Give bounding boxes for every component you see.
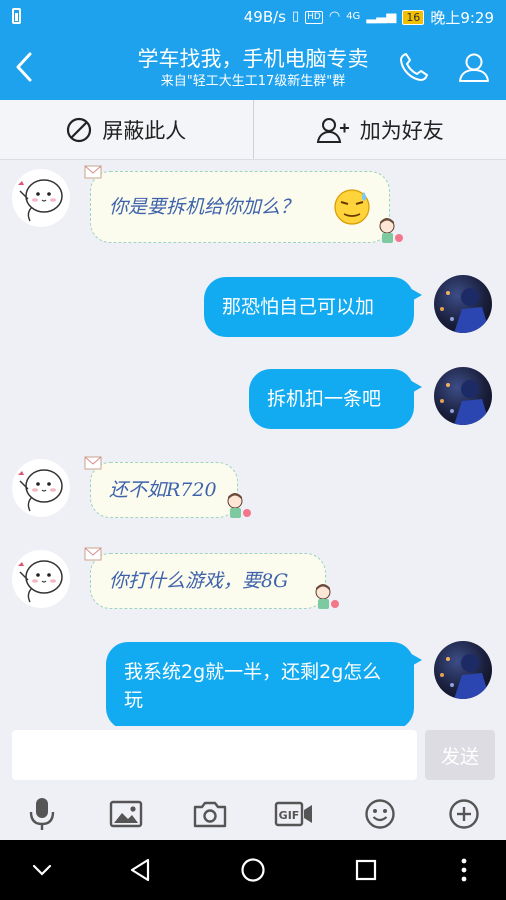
emoji-icon <box>365 799 395 829</box>
add-friend-icon <box>316 117 349 143</box>
message-bubble-outgoing[interactable]: 我系统2g就一半，还剩2g怎么玩 <box>106 642 422 726</box>
nav-home-button[interactable] <box>233 852 273 888</box>
microphone-icon <box>29 798 55 830</box>
status-bar: 49B/s ▯ HD ◠ 4G ▂▃▅ 16 晚上9:29 <box>0 0 506 34</box>
message-text: 你打什么游戏，要8G <box>109 570 289 592</box>
battery-icon: 16 <box>402 9 425 25</box>
gif-button[interactable]: GIF <box>272 794 316 834</box>
emoji-button[interactable] <box>358 794 402 834</box>
block-icon <box>67 117 92 142</box>
message-bubble-incoming[interactable]: 还不如R720 <box>84 456 251 518</box>
sticker-girl-icon <box>227 493 251 518</box>
profile-photo-icon <box>440 380 490 425</box>
more-vertical-icon <box>461 858 467 882</box>
triangle-back-icon <box>130 858 150 882</box>
status-right: 49B/s ▯ HD ◠ 4G ▂▃▅ 16 晚上9:29 <box>243 8 494 27</box>
wifi-icon: ◠ <box>328 9 341 24</box>
message-text: 你是要拆机给你加么？ <box>109 196 300 218</box>
camera-icon <box>193 801 227 828</box>
self-avatar[interactable] <box>434 367 492 425</box>
vibrate-icon: ▯ <box>291 9 300 24</box>
message-bubble-outgoing[interactable]: 拆机扣一条吧 <box>249 369 422 429</box>
sticker-girl-icon <box>379 218 403 243</box>
signal-icon: ▂▃▅ <box>366 9 397 24</box>
circle-home-icon <box>241 858 265 882</box>
profile-photo-icon <box>440 654 490 699</box>
message-input-bar: 发送 <box>0 726 506 788</box>
plus-icon <box>449 799 479 829</box>
message-text: 我系统2g就一半，还剩2g怎么玩 <box>124 661 382 711</box>
chat-header: 学车找我，手机电脑专卖 来自"轻工大生工17级新生群"群 <box>0 34 506 100</box>
nav-menu-button[interactable] <box>444 852 484 888</box>
more-button[interactable] <box>442 794 486 834</box>
image-button[interactable] <box>104 794 148 834</box>
self-avatar[interactable] <box>434 275 492 333</box>
sticker-girl-icon <box>315 584 339 609</box>
network-label: 4G <box>346 11 361 22</box>
cartoon-avatar-icon <box>18 560 63 603</box>
profile-photo-icon <box>440 288 490 333</box>
self-avatar[interactable] <box>434 641 492 699</box>
cartoon-avatar-icon <box>18 469 63 512</box>
send-button[interactable]: 发送 <box>425 730 495 780</box>
bubble-tail <box>408 652 422 668</box>
message-bubble-incoming[interactable]: 你是要拆机给你加么？ <box>84 165 403 243</box>
message-text: 那恐怕自己可以加 <box>222 296 375 318</box>
envelope-icon <box>84 547 102 561</box>
image-icon <box>109 800 143 828</box>
nav-back-button[interactable] <box>120 852 160 888</box>
envelope-icon <box>84 165 102 179</box>
hide-keyboard-button[interactable] <box>22 852 62 888</box>
message-input[interactable] <box>12 730 417 780</box>
envelope-icon <box>84 456 102 470</box>
cartoon-avatar-icon <box>18 179 63 222</box>
user-profile-icon[interactable] <box>456 50 492 84</box>
sweat-smile-emoji-icon <box>334 189 370 225</box>
chat-title: 学车找我，手机电脑专卖 <box>137 47 369 71</box>
block-user-button[interactable]: 屏蔽此人 <box>0 100 254 159</box>
square-recents-icon <box>355 859 377 881</box>
block-user-label: 屏蔽此人 <box>102 118 187 143</box>
input-toolbar: GIF <box>0 788 506 840</box>
chat-messages: 你是要拆机给你加么？ 那恐怕自己可以加 拆机扣一条吧 还不如R720 你打什么游… <box>0 161 506 726</box>
nav-recents-button[interactable] <box>346 852 386 888</box>
message-bubble-incoming[interactable]: 你打什么游戏，要8G <box>84 547 339 609</box>
voice-button[interactable] <box>20 794 64 834</box>
clock: 晚上9:29 <box>430 8 494 27</box>
alert-icon <box>12 8 21 24</box>
stranger-action-bar: 屏蔽此人 加为好友 <box>0 100 506 160</box>
gif-icon: GIF <box>274 801 312 827</box>
add-friend-label: 加为好友 <box>359 118 444 143</box>
sender-avatar[interactable] <box>12 169 70 227</box>
hd-icon: HD <box>305 10 323 24</box>
svg-text:GIF: GIF <box>279 809 300 822</box>
network-speed: 49B/s <box>243 8 286 26</box>
chevron-down-icon <box>32 864 52 876</box>
bubble-tail <box>408 379 422 395</box>
add-friend-button[interactable]: 加为好友 <box>254 100 506 159</box>
camera-button[interactable] <box>188 794 232 834</box>
message-text: 还不如R720 <box>109 479 217 501</box>
message-text: 拆机扣一条吧 <box>267 388 382 410</box>
sender-avatar[interactable] <box>12 459 70 517</box>
back-icon[interactable] <box>10 50 40 84</box>
message-bubble-outgoing[interactable]: 那恐怕自己可以加 <box>204 277 422 337</box>
system-navigation-bar <box>0 840 506 900</box>
chat-subtitle: 来自"轻工大生工17级新生群"群 <box>160 74 346 89</box>
sender-avatar[interactable] <box>12 550 70 608</box>
bubble-tail <box>408 287 422 303</box>
phone-icon[interactable] <box>396 50 432 84</box>
